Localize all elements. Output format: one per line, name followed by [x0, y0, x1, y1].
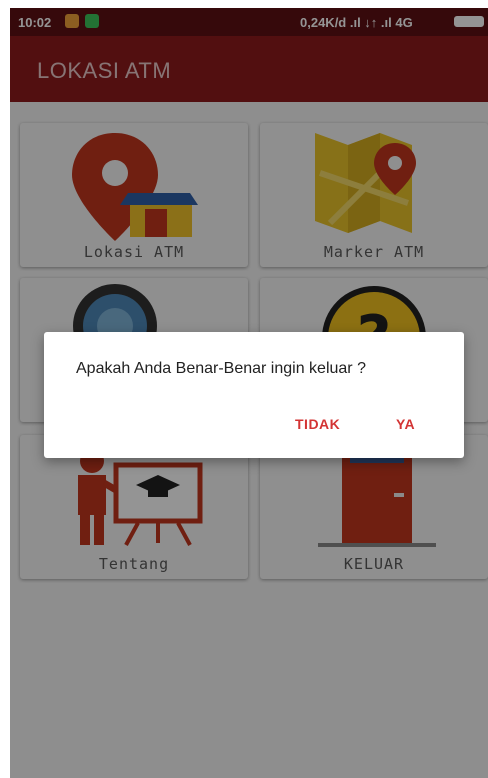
ya-button[interactable]: YA — [396, 416, 415, 432]
tidak-button[interactable]: TIDAK — [295, 416, 340, 432]
dialog-message: Apakah Anda Benar-Benar ingin keluar ? — [76, 360, 366, 377]
phone-screen: 10:02 0,24K/d .ıl ↓↑ .ıl 4G LOKASI ATM L… — [10, 8, 488, 778]
exit-confirm-dialog: Apakah Anda Benar-Benar ingin keluar ? T… — [44, 332, 464, 458]
